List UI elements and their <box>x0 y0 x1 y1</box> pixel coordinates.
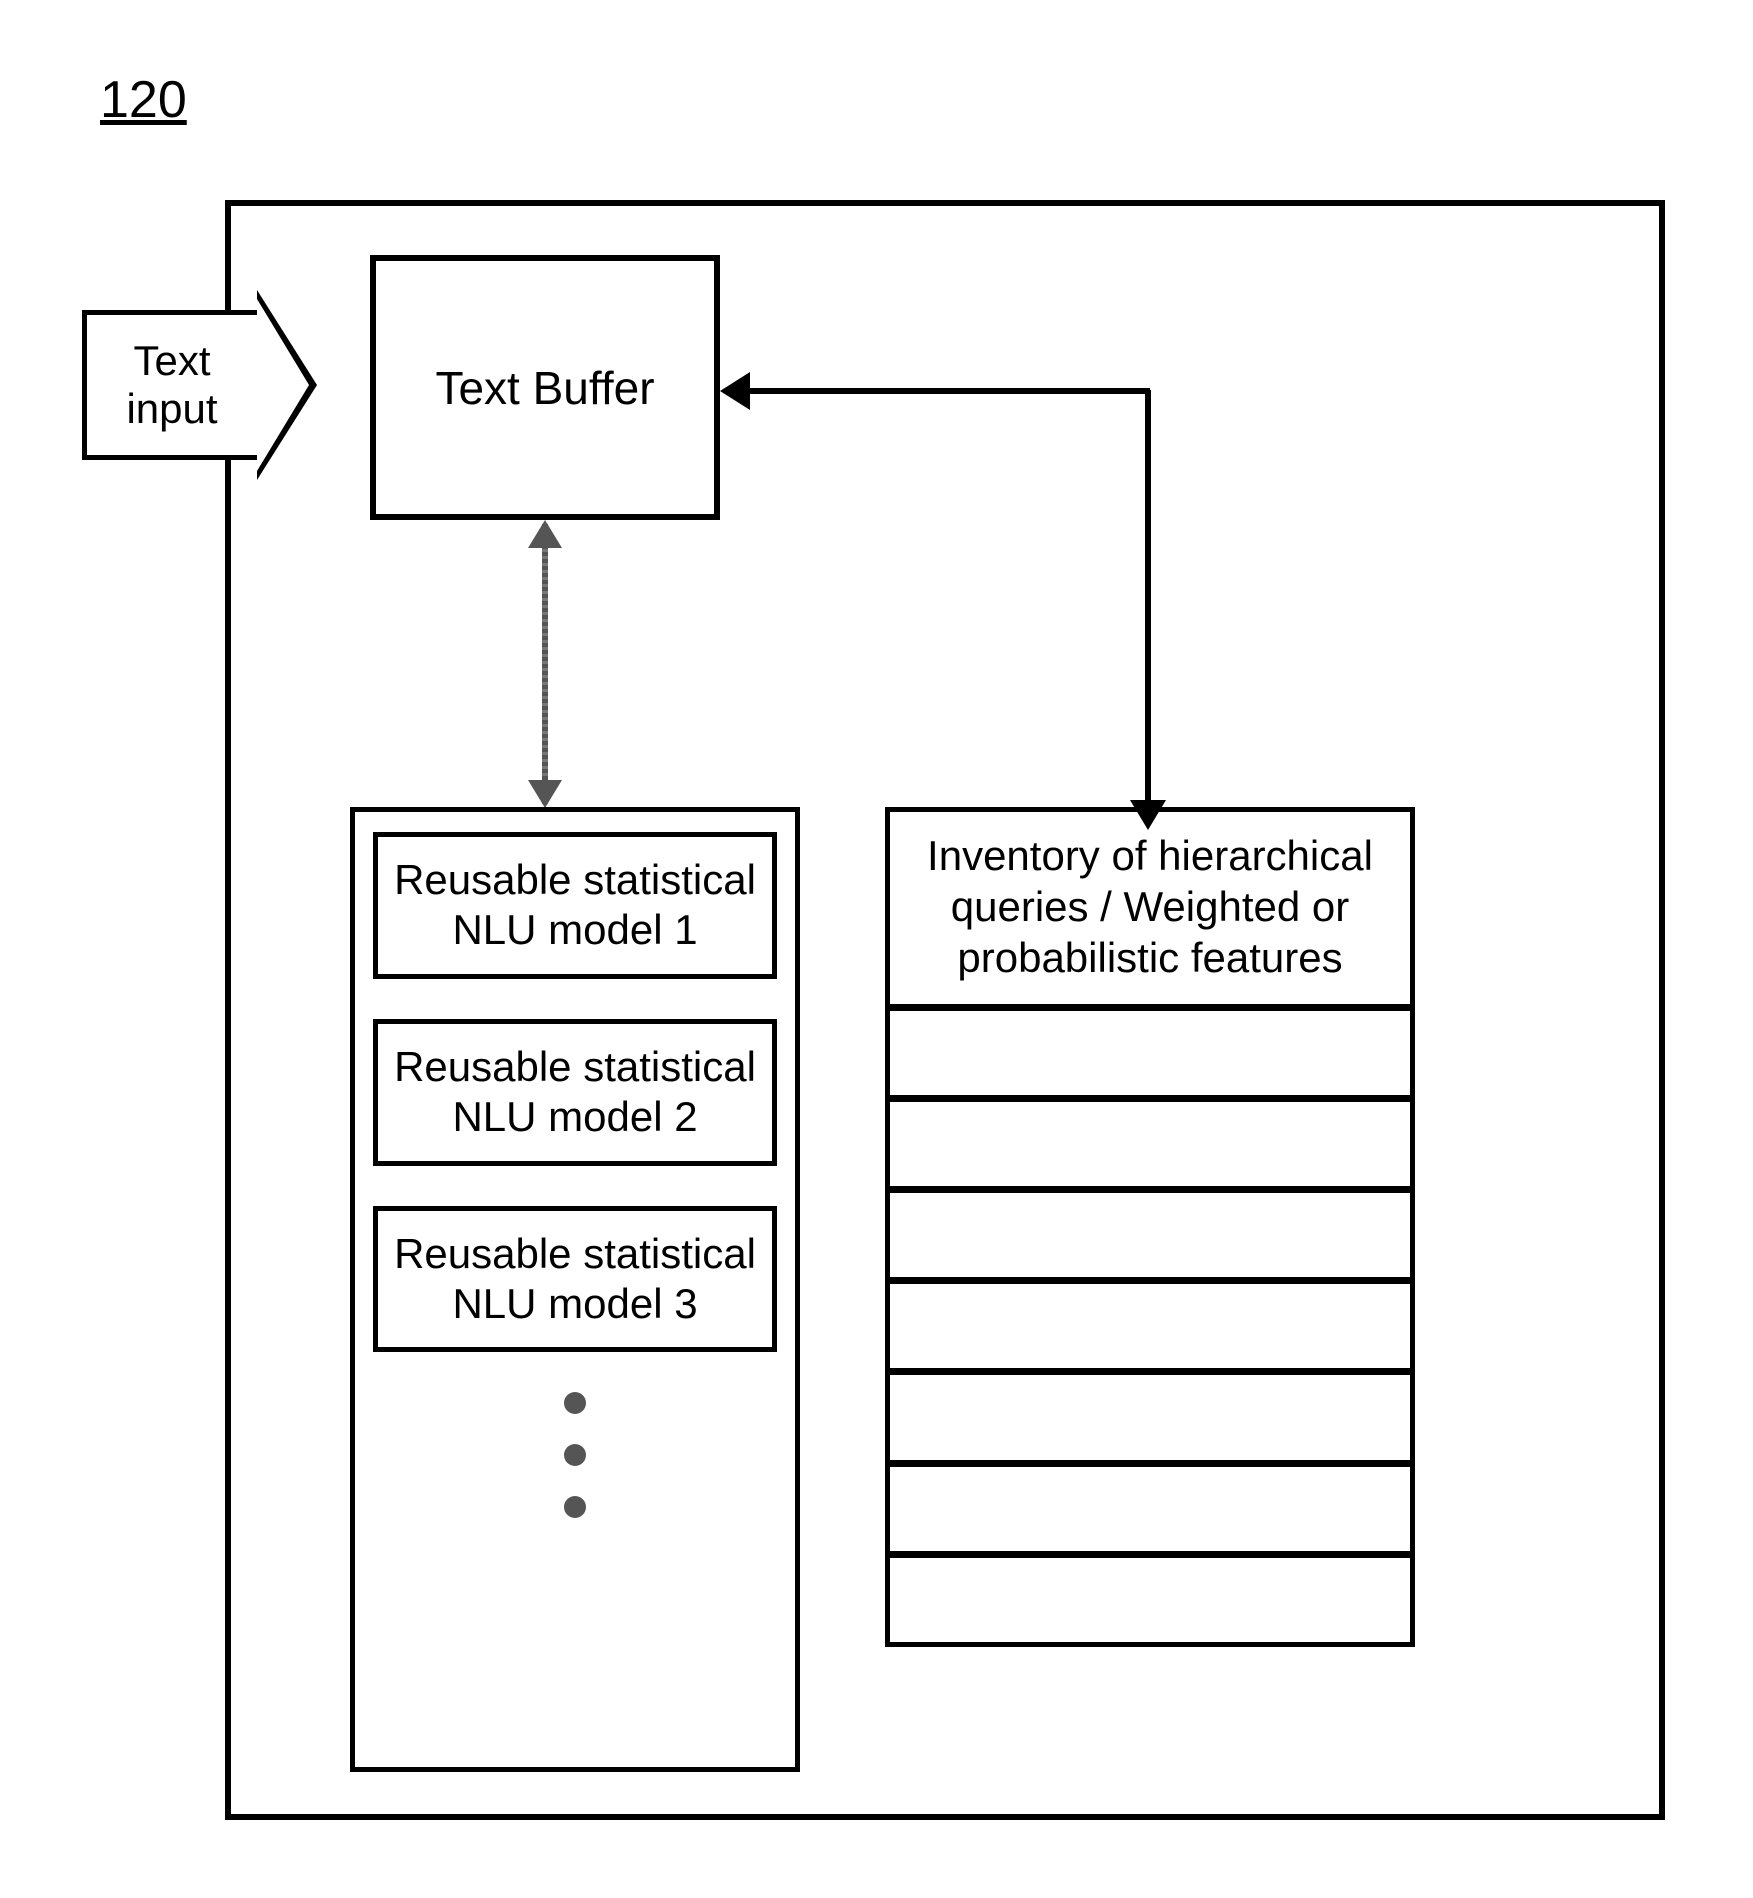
inventory-row <box>890 1558 1410 1642</box>
inventory-row <box>890 1102 1410 1193</box>
inventory-row <box>890 1284 1410 1375</box>
nlu-models-box: Reusable statistical NLU model 1 Reusabl… <box>350 807 800 1772</box>
nlu-model-item: Reusable statistical NLU model 1 <box>373 832 777 979</box>
ellipsis-dots <box>373 1392 777 1518</box>
inventory-row <box>890 1375 1410 1466</box>
inventory-box: Inventory of hierarchical queries / Weig… <box>885 807 1415 1647</box>
nlu-model-item: Reusable statistical NLU model 2 <box>373 1019 777 1166</box>
arrowhead-icon <box>720 372 750 410</box>
text-buffer-box: Text Buffer <box>370 255 720 520</box>
feedback-arrow-segment <box>725 388 1150 394</box>
inventory-row <box>890 1011 1410 1102</box>
inventory-row <box>890 1467 1410 1558</box>
text-input-label: Text input <box>82 310 257 460</box>
inventory-row <box>890 1193 1410 1284</box>
text-input-arrow: Text input <box>82 290 312 480</box>
nlu-model-item: Reusable statistical NLU model 3 <box>373 1206 777 1353</box>
diagram-stage: 120 Text input Text Buffer Reusable stat… <box>0 0 1753 1898</box>
inventory-rows <box>890 1004 1410 1642</box>
inventory-header: Inventory of hierarchical queries / Weig… <box>890 812 1410 1004</box>
figure-number: 120 <box>100 70 187 130</box>
feedback-arrow-segment <box>1145 390 1151 807</box>
bidirectional-arrow <box>542 524 548 804</box>
